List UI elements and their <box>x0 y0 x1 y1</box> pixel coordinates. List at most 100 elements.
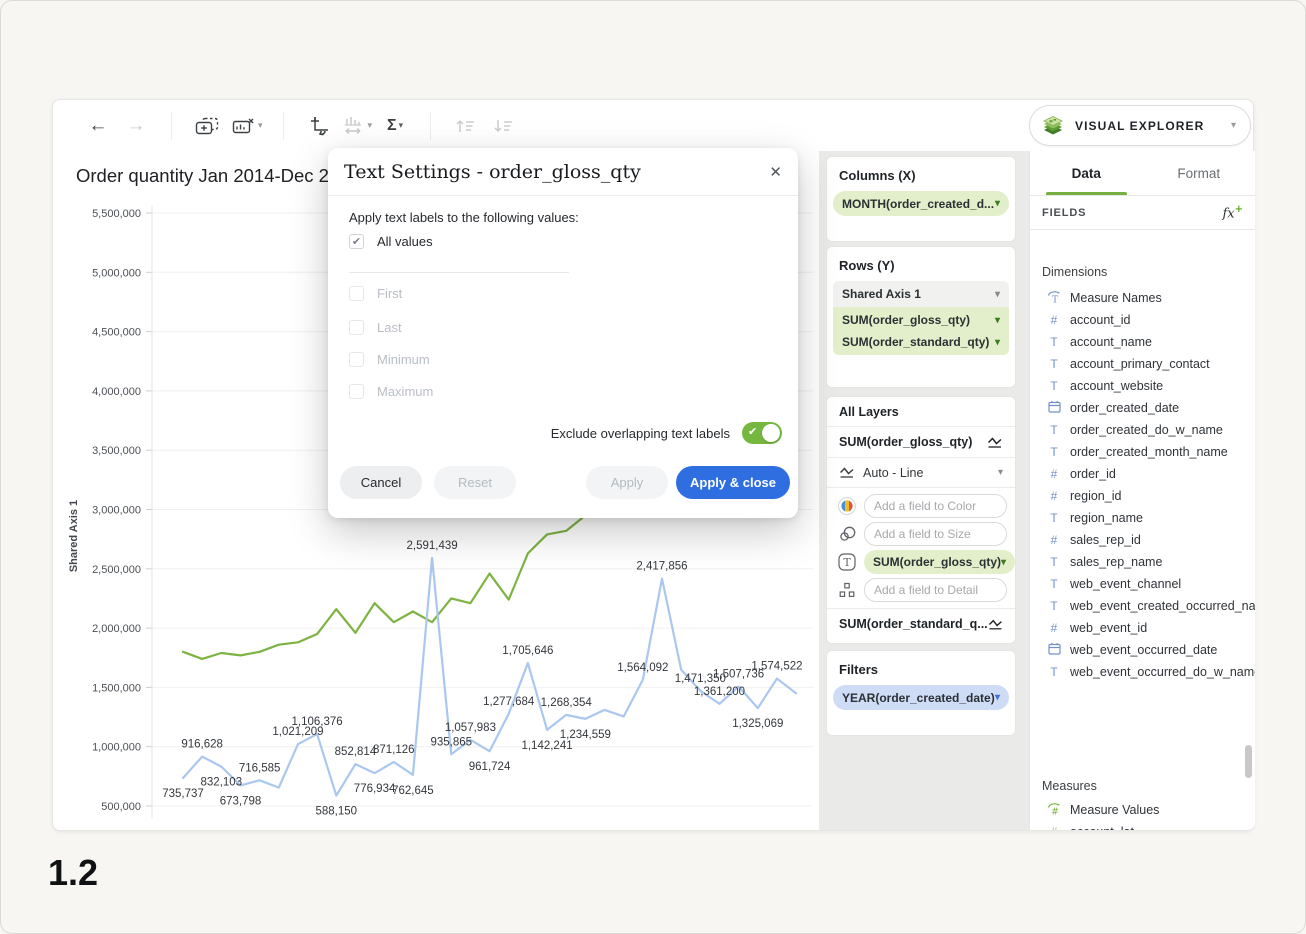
color-icon <box>835 494 859 518</box>
columns-field-pill[interactable]: MONTH(order_created_d... ▾ <box>833 191 1009 216</box>
field-item[interactable]: web_event_occurred_date <box>1042 639 1245 661</box>
y-tick-label: 5,500,000 <box>92 208 141 220</box>
apply-close-button[interactable]: Apply & close <box>676 466 790 499</box>
histogram-range-icon: ▾ <box>342 110 373 142</box>
field-item[interactable]: #Measure Values <box>1042 799 1245 821</box>
text-icon: T <box>1046 665 1062 679</box>
field-item[interactable]: #account_lat <box>1042 821 1245 830</box>
layer-standard-header[interactable]: SUM(order_standard_q... <box>827 608 1015 639</box>
checkbox-minimum: Minimum <box>349 352 430 367</box>
chevron-down-icon: ▾ <box>258 120 263 131</box>
text-field-label: SUM(order_gloss_qty) <box>873 555 1001 569</box>
mark-type-select[interactable]: Auto - Line ▾ <box>827 457 1015 488</box>
field-item[interactable]: #account_id <box>1042 309 1245 331</box>
field-label: order_created_month_name <box>1070 445 1228 459</box>
field-item[interactable]: Taccount_website <box>1042 375 1245 397</box>
shared-axis-header[interactable]: Shared Axis 1 ▾ <box>833 281 1009 307</box>
field-label: web_event_id <box>1070 621 1147 635</box>
duplicate-chart-icon[interactable] <box>192 110 222 142</box>
close-icon[interactable]: ✕ <box>769 163 782 181</box>
fields-header-label: FIELDS <box>1042 207 1086 219</box>
dimensions-list: TMeasure Names#account_idTaccount_nameTa… <box>1042 287 1245 683</box>
text-field-pill[interactable]: SUM(order_gloss_qty) ▾ <box>864 550 1015 574</box>
cancel-button[interactable]: Cancel <box>340 466 422 499</box>
layer-gloss-header[interactable]: SUM(order_gloss_qty) <box>827 426 1015 457</box>
date-icon <box>1046 400 1062 416</box>
size-field-input[interactable]: Add a field to Size <box>864 522 1007 546</box>
field-item[interactable]: Taccount_name <box>1042 331 1245 353</box>
all-layers-header[interactable]: All Layers <box>827 397 1015 426</box>
chevron-down-icon: ▾ <box>399 120 404 131</box>
chevron-down-icon: ▾ <box>995 198 1000 209</box>
field-item[interactable]: #web_event_id <box>1042 617 1245 639</box>
field-label: Measure Names <box>1070 291 1162 305</box>
sort-ascending-icon <box>451 110 481 142</box>
back-arrow-icon[interactable]: ← <box>83 110 113 142</box>
field-label: account_lat <box>1070 825 1134 830</box>
detail-icon <box>835 578 859 602</box>
sigma-icon[interactable]: Σ ▾ <box>380 110 410 142</box>
field-item[interactable]: Torder_created_month_name <box>1042 441 1245 463</box>
columns-field-label: MONTH(order_created_d... <box>842 197 994 211</box>
visual-explorer-label: VISUAL EXPLORER <box>1075 119 1231 133</box>
data-label: 1,574,522 <box>751 661 802 673</box>
swap-axes-icon[interactable] <box>304 110 334 142</box>
field-item[interactable]: Torder_created_do_w_name <box>1042 419 1245 441</box>
color-field-input[interactable]: Add a field to Color <box>864 494 1007 518</box>
rows-field-pill-standard[interactable]: SUM(order_standard_qty) ▾ <box>833 331 1009 353</box>
rows-field-pill-gloss[interactable]: SUM(order_gloss_qty) ▾ <box>833 309 1009 331</box>
tab-format[interactable]: Format <box>1143 151 1256 195</box>
tab-data[interactable]: Data <box>1030 151 1143 195</box>
field-item[interactable]: #sales_rep_id <box>1042 529 1245 551</box>
remove-chart-icon[interactable]: ▾ <box>230 110 263 142</box>
field-item[interactable]: #order_id <box>1042 463 1245 485</box>
exclude-overlap-toggle[interactable]: ✔ <box>742 422 782 444</box>
checkbox-icon <box>349 286 364 301</box>
field-item[interactable]: TMeasure Names <box>1042 287 1245 309</box>
chevron-down-icon: ▾ <box>1001 557 1006 568</box>
field-item[interactable]: #region_id <box>1042 485 1245 507</box>
add-calculated-field-icon[interactable]: fx+ <box>1222 204 1243 221</box>
scrollbar-thumb[interactable] <box>1245 745 1252 778</box>
chevron-down-icon: ▾ <box>995 337 1000 348</box>
checkbox-icon <box>349 352 364 367</box>
text-icon: T <box>1046 511 1062 525</box>
data-label: 961,724 <box>469 761 511 773</box>
exclude-overlap-row: Exclude overlapping text labels ✔ <box>551 422 782 444</box>
checkbox-all-values[interactable]: ✔ All values <box>349 234 433 249</box>
field-item[interactable]: Taccount_primary_contact <box>1042 353 1245 375</box>
dialog-intro-text: Apply text labels to the following value… <box>349 210 579 225</box>
fields-panel: Data Format FIELDS fx+ Dimensions TMeasu… <box>1029 151 1255 830</box>
y-tick-label: 2,500,000 <box>92 564 141 576</box>
mark-type-value: Auto - Line <box>863 466 923 480</box>
field-item[interactable]: order_created_date <box>1042 397 1245 419</box>
field-item[interactable]: Tweb_event_created_occurred_na... <box>1042 595 1245 617</box>
chevron-down-icon: ▾ <box>995 289 1000 300</box>
visual-explorer-menu[interactable]: VISUAL EXPLORER ▾ <box>1029 105 1251 146</box>
y-tick-label: 3,000,000 <box>92 505 141 517</box>
field-item[interactable]: Tweb_event_channel <box>1042 573 1245 595</box>
rows-field-label: SUM(order_gloss_qty) <box>842 313 970 327</box>
columns-shelf-title: Columns (X) <box>827 157 1015 191</box>
field-item[interactable]: Tweb_event_occurred_do_w_name <box>1042 661 1245 683</box>
text-icon: T <box>1046 555 1062 569</box>
page-label: 1.2 <box>48 852 98 894</box>
text-settings-dialog: Text Settings - order_gloss_qty ✕ Apply … <box>328 148 798 518</box>
detail-field-input[interactable]: Add a field to Detail <box>864 578 1007 602</box>
checkbox-icon <box>349 384 364 399</box>
sparkline-icon <box>987 436 1003 449</box>
data-label: 673,798 <box>220 795 262 807</box>
field-item[interactable]: Tregion_name <box>1042 507 1245 529</box>
checkbox-label: First <box>377 286 402 301</box>
color-shelf: Add a field to Color <box>827 492 1015 520</box>
field-label: order_created_do_w_name <box>1070 423 1223 437</box>
measures-title: Measures <box>1042 779 1097 793</box>
data-label: 1,277,684 <box>483 696 535 708</box>
data-label: 871,126 <box>373 744 415 756</box>
field-item[interactable]: Tsales_rep_name <box>1042 551 1245 573</box>
data-label: 716,585 <box>239 762 281 774</box>
filter-pill[interactable]: YEAR(order_created_date) ▾ <box>833 685 1009 710</box>
checkbox-first: First <box>349 286 402 301</box>
checkbox-label: Minimum <box>377 352 430 367</box>
field-label: web_event_occurred_date <box>1070 643 1217 657</box>
